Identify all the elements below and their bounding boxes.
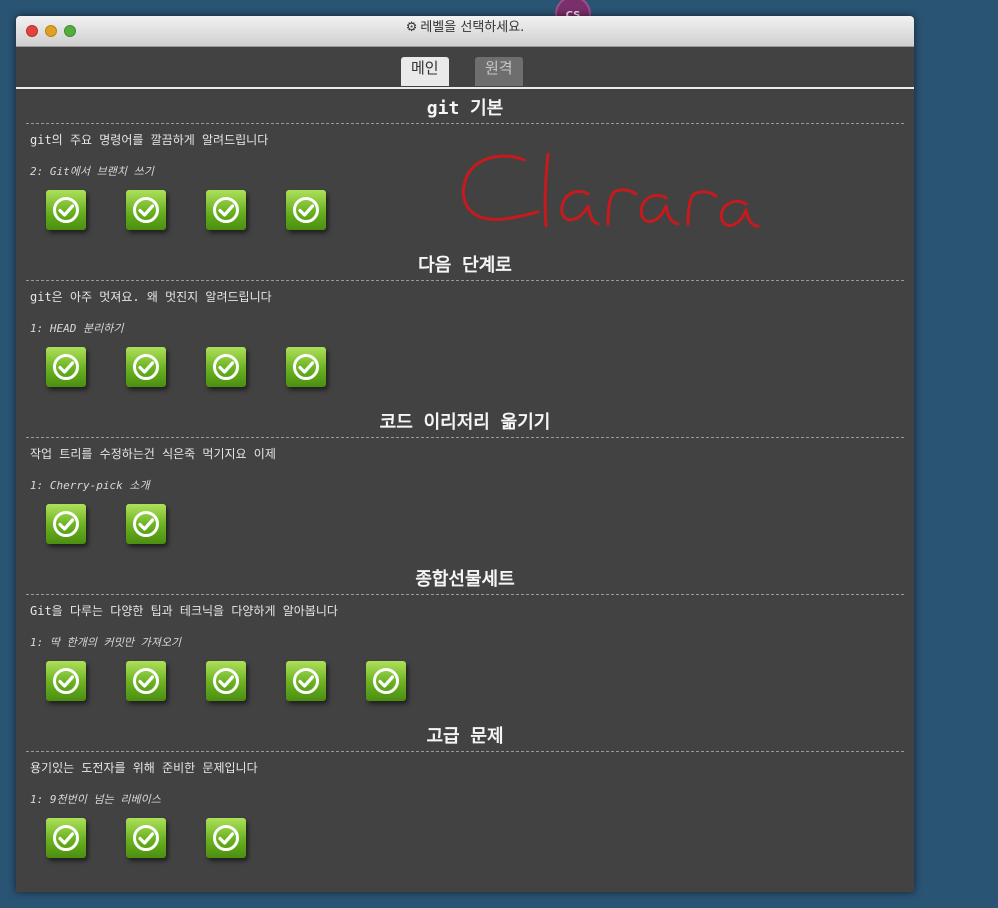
level-section: 코드 이리저리 옮기기작업 트리를 수정하는건 식은죽 먹기지요 이제 1: Ch…	[26, 409, 904, 551]
level-button[interactable]	[126, 190, 166, 230]
checkmark-icon	[53, 354, 79, 380]
next-level-label[interactable]: 1: 딱 한개의 커밋만 가져오기	[30, 634, 904, 649]
checkmark-icon	[133, 197, 159, 223]
next-level-label[interactable]: 1: HEAD 분리하기	[30, 320, 904, 335]
level-button[interactable]	[126, 818, 166, 858]
checkmark-icon	[293, 197, 319, 223]
checkmark-icon	[53, 197, 79, 223]
gear-icon: ⚙	[405, 20, 418, 35]
section-title: 고급 문제	[26, 723, 904, 752]
level-buttons	[26, 334, 904, 394]
section-title: 다음 단계로	[26, 252, 904, 281]
tab-bar: 메인 원격	[16, 47, 914, 89]
level-button[interactable]	[206, 190, 246, 230]
level-section: 종합선물세트 Git을 다루는 다양한 팁과 테크닉을 다양하게 알아봅니다 1: …	[26, 566, 904, 708]
level-buttons	[26, 648, 904, 708]
section-description: git은 아주 멋져요. 왜 멋진지 알려드립니다	[30, 290, 272, 304]
tab-remote[interactable]: 원격	[475, 57, 523, 86]
checkmark-icon	[213, 825, 239, 851]
section-title: git 기본	[26, 95, 904, 124]
level-section: git 기본 git의 주요 명령어를 깔끔하게 알려드립니다 2: Git에서 브…	[26, 95, 904, 237]
level-button[interactable]	[46, 661, 86, 701]
window-title: ⚙ 레벨을 선택하세요.	[16, 16, 914, 35]
level-section: 고급 문제용기있는 도전자를 위해 준비한 문제입니다 1: 9천번이 넘는 리베…	[26, 723, 904, 865]
level-button[interactable]	[286, 347, 326, 387]
window-title-text: 레벨을 선택하세요.	[420, 20, 525, 35]
checkmark-icon	[133, 354, 159, 380]
section-description: Git을 다루는 다양한 팁과 테크닉을 다양하게 알아봅니다	[30, 604, 338, 618]
checkmark-icon	[373, 668, 399, 694]
checkmark-icon	[53, 511, 79, 537]
level-buttons	[26, 805, 904, 865]
level-section: 다음 단계로 git은 아주 멋져요. 왜 멋진지 알려드립니다 1: HEAD 분…	[26, 252, 904, 394]
checkmark-icon	[213, 354, 239, 380]
level-buttons	[26, 177, 904, 237]
titlebar: ⚙ 레벨을 선택하세요.	[16, 16, 914, 47]
level-button[interactable]	[206, 818, 246, 858]
checkmark-icon	[213, 197, 239, 223]
tab-main[interactable]: 메인	[401, 57, 449, 86]
checkmark-icon	[133, 825, 159, 851]
level-button[interactable]	[46, 347, 86, 387]
section-title: 코드 이리저리 옮기기	[26, 409, 904, 438]
section-description: 용기있는 도전자를 위해 준비한 문제입니다	[30, 761, 258, 775]
level-button[interactable]	[46, 818, 86, 858]
checkmark-icon	[293, 668, 319, 694]
next-level-label[interactable]: 1: 9천번이 넘는 리베이스	[30, 791, 904, 806]
level-button[interactable]	[46, 504, 86, 544]
next-level-label[interactable]: 2: Git에서 브랜치 쓰기	[30, 163, 904, 178]
checkmark-icon	[133, 511, 159, 537]
level-button[interactable]	[366, 661, 406, 701]
level-select-window: ⚙ 레벨을 선택하세요. 메인 원격 git 기본 git의 주요 명령어를 깔끔하…	[16, 16, 914, 892]
level-button[interactable]	[206, 661, 246, 701]
level-buttons	[26, 491, 904, 551]
level-button[interactable]	[126, 504, 166, 544]
section-description: 작업 트리를 수정하는건 식은죽 먹기지요 이제	[30, 447, 276, 461]
checkmark-icon	[133, 668, 159, 694]
level-button[interactable]	[206, 347, 246, 387]
level-button[interactable]	[126, 661, 166, 701]
checkmark-icon	[53, 825, 79, 851]
level-button[interactable]	[286, 661, 326, 701]
checkmark-icon	[293, 354, 319, 380]
checkmark-icon	[53, 668, 79, 694]
checkmark-icon	[213, 668, 239, 694]
section-description: git의 주요 명령어를 깔끔하게 알려드립니다	[30, 133, 269, 147]
section-title: 종합선물세트	[26, 566, 904, 595]
level-button[interactable]	[126, 347, 166, 387]
level-button[interactable]	[46, 190, 86, 230]
next-level-label[interactable]: 1: Cherry-pick 소개	[30, 477, 904, 492]
level-button[interactable]	[286, 190, 326, 230]
